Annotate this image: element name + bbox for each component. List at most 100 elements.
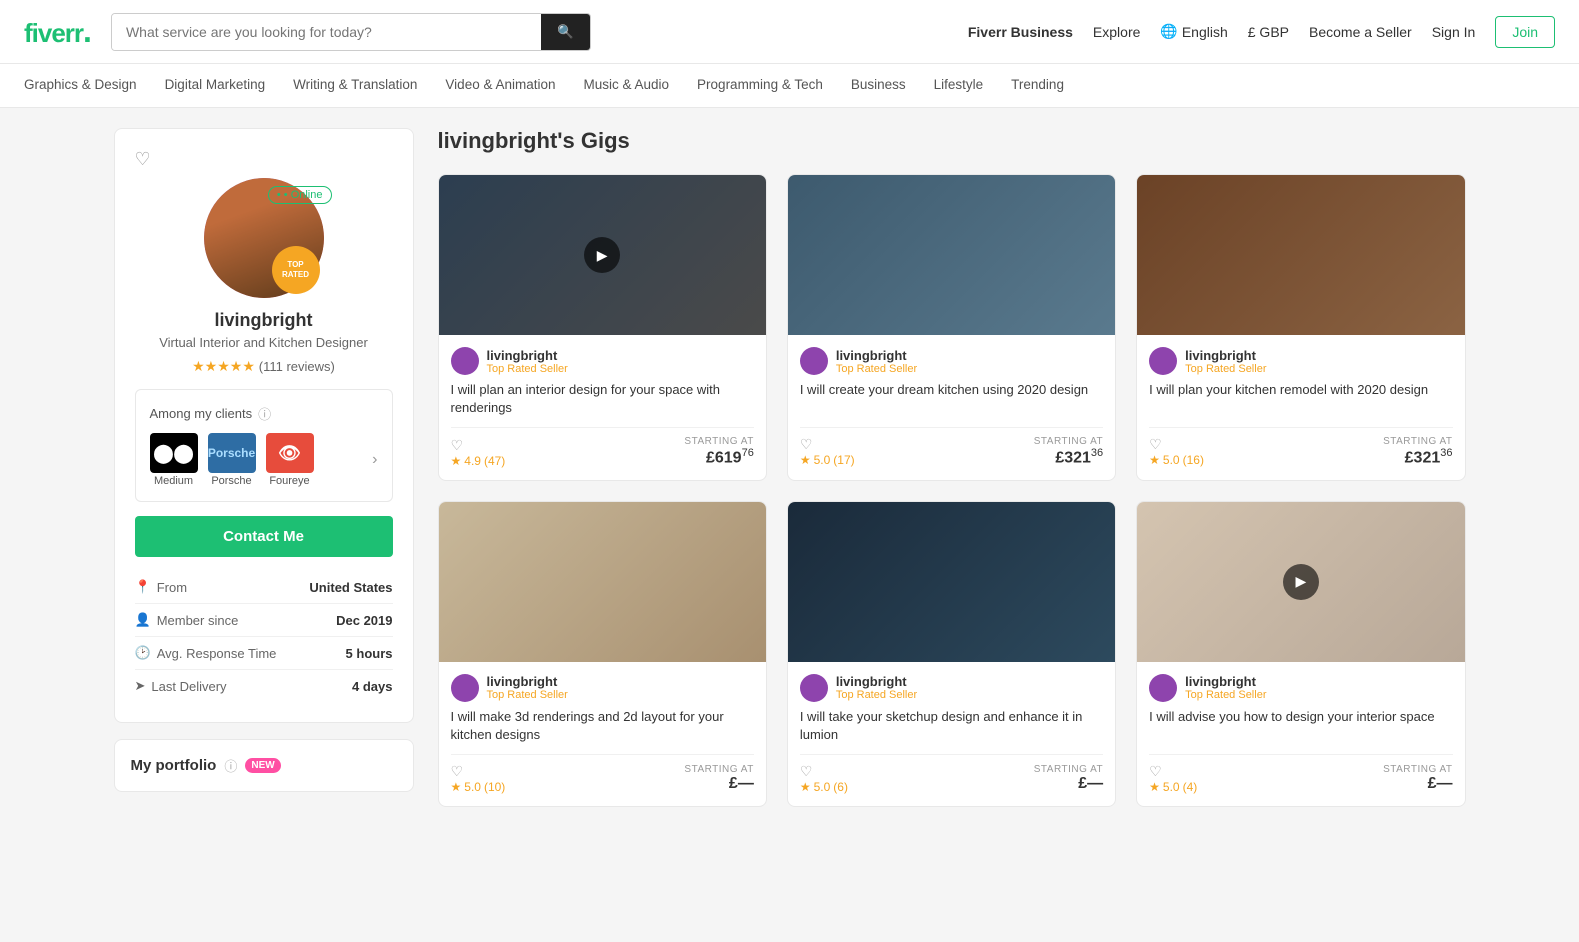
gig-price: £61976: [684, 447, 753, 467]
seller-name[interactable]: livingbright: [1185, 674, 1266, 689]
seller-name[interactable]: livingbright: [836, 674, 917, 689]
review-count: (47): [484, 454, 505, 468]
category-nav-item[interactable]: Lifestyle: [934, 65, 984, 106]
category-nav-item[interactable]: Programming & Tech: [697, 65, 823, 106]
star-icon: ★: [800, 780, 811, 794]
location-icon: 📍: [135, 579, 151, 595]
seller-avatar: [1149, 674, 1177, 702]
seller-name[interactable]: livingbright: [487, 674, 568, 689]
client-name-porsche: Porsche: [211, 475, 251, 487]
category-nav-item[interactable]: Trending: [1011, 65, 1064, 106]
top-rated-line1: TOP: [287, 260, 303, 270]
gig-heart-icon[interactable]: ♡: [451, 437, 464, 453]
seller-row: livingbright Top Rated Seller: [451, 674, 754, 702]
review-count: (17): [833, 453, 854, 467]
gig-body: livingbright Top Rated Seller I will pla…: [439, 335, 766, 480]
portfolio-header: My portfolio ⓘ NEW: [131, 756, 397, 775]
gig-footer: ♡ ★ 5.0 (4) STARTING AT £—: [1149, 754, 1452, 794]
gig-title[interactable]: I will plan an interior design for your …: [451, 381, 754, 417]
member-label-text: Member since: [157, 613, 239, 628]
play-button[interactable]: ▶: [584, 237, 620, 273]
gig-title[interactable]: I will make 3d renderings and 2d layout …: [451, 708, 754, 744]
gig-footer: ♡ ★ 4.9 (47) STARTING AT £61976: [451, 427, 754, 467]
seller-info: livingbright Top Rated Seller: [1185, 674, 1266, 701]
delivery-label: ➤ Last Delivery: [135, 678, 227, 694]
seller-row: livingbright Top Rated Seller: [1149, 347, 1452, 375]
search-button[interactable]: 🔍: [541, 14, 590, 50]
gig-rating-wrap: ♡ ★ 5.0 (4): [1149, 763, 1197, 794]
gig-heart-icon[interactable]: ♡: [1149, 763, 1162, 779]
star-icon: ★: [1149, 780, 1160, 794]
category-nav-item[interactable]: Video & Animation: [445, 65, 555, 106]
gig-body: livingbright Top Rated Seller I will tak…: [788, 662, 1115, 806]
category-nav-item[interactable]: Business: [851, 65, 906, 106]
seller-name[interactable]: livingbright: [836, 348, 917, 363]
starting-at-label: STARTING AT: [684, 436, 753, 447]
gig-heart-icon[interactable]: ♡: [800, 763, 813, 779]
star-icon: ★: [800, 453, 811, 467]
rating-value: 5.0: [814, 780, 831, 794]
search-input[interactable]: [112, 14, 541, 50]
gig-footer: ♡ ★ 5.0 (6) STARTING AT £—: [800, 754, 1103, 794]
category-nav-item[interactable]: Digital Marketing: [165, 65, 266, 106]
client-item-foureye: 👁 Foureye: [266, 433, 314, 487]
from-label: 📍 From: [135, 579, 188, 595]
play-button[interactable]: ▶: [1283, 564, 1319, 600]
gig-image: [1137, 175, 1464, 335]
seller-name[interactable]: livingbright: [487, 348, 568, 363]
seller-info: livingbright Top Rated Seller: [836, 348, 917, 375]
gig-price-wrap: STARTING AT £61976: [684, 436, 753, 467]
fiverr-business-link[interactable]: Fiverr Business: [968, 24, 1073, 40]
gig-title[interactable]: I will plan your kitchen remodel with 20…: [1149, 381, 1452, 417]
gig-heart-icon[interactable]: ♡: [800, 436, 813, 452]
sign-in-link[interactable]: Sign In: [1432, 24, 1476, 40]
rating-value: 5.0: [1163, 453, 1180, 467]
review-count: (16): [1183, 453, 1204, 467]
language-selector[interactable]: 🌐 English: [1160, 23, 1227, 40]
seller-row: livingbright Top Rated Seller: [800, 347, 1103, 375]
gig-image: ▶: [439, 175, 766, 335]
starting-at-label: STARTING AT: [1034, 764, 1103, 775]
online-dot-icon: •: [277, 189, 281, 201]
gig-card: ▶ livingbright Top Rated Seller I will p…: [438, 174, 767, 481]
star-icons: ★★★★★: [192, 358, 255, 374]
rating-value: 5.0: [1163, 780, 1180, 794]
seller-avatar: [800, 674, 828, 702]
explore-link[interactable]: Explore: [1093, 24, 1140, 40]
gig-rating-wrap: ♡ ★ 5.0 (17): [800, 436, 855, 467]
seller-info: livingbright Top Rated Seller: [487, 348, 568, 375]
seller-name[interactable]: livingbright: [1185, 348, 1266, 363]
become-seller-link[interactable]: Become a Seller: [1309, 24, 1412, 40]
gig-title[interactable]: I will create your dream kitchen using 2…: [800, 381, 1103, 417]
porsche-logo-icon: Porsche: [208, 446, 255, 460]
contact-button[interactable]: Contact Me: [135, 516, 393, 557]
gig-image: [788, 502, 1115, 662]
info-list: 📍 From United States 👤 Member since Dec …: [135, 571, 393, 702]
gig-rating-wrap: ♡ ★ 5.0 (10): [451, 763, 506, 794]
clients-chevron-icon[interactable]: ›: [372, 451, 377, 469]
info-icon: ⓘ: [258, 404, 271, 423]
starting-at-label: STARTING AT: [1383, 764, 1452, 775]
starting-at-label: STARTING AT: [684, 764, 753, 775]
gig-title[interactable]: I will take your sketchup design and enh…: [800, 708, 1103, 744]
category-nav-item[interactable]: Music & Audio: [584, 65, 670, 106]
gig-title[interactable]: I will advise you how to design your int…: [1149, 708, 1452, 744]
gig-footer: ♡ ★ 5.0 (17) STARTING AT £32136: [800, 427, 1103, 467]
clock-icon: 🕑: [135, 645, 151, 661]
currency-selector[interactable]: £ GBP: [1248, 24, 1289, 40]
gig-heart-icon[interactable]: ♡: [1149, 436, 1162, 452]
member-value: Dec 2019: [336, 613, 392, 628]
category-nav-item[interactable]: Graphics & Design: [24, 65, 137, 106]
clients-list: ⬤⬤ Medium Porsche Porsche 👁: [150, 433, 378, 487]
favorite-button[interactable]: ♡: [135, 149, 393, 170]
medium-logo-icon: ⬤⬤: [153, 443, 193, 464]
seller-row: livingbright Top Rated Seller: [800, 674, 1103, 702]
join-button[interactable]: Join: [1495, 16, 1555, 48]
gig-heart-icon[interactable]: ♡: [451, 763, 464, 779]
logo[interactable]: fiverr.: [24, 13, 91, 50]
seller-info: livingbright Top Rated Seller: [487, 674, 568, 701]
category-nav-item[interactable]: Writing & Translation: [293, 65, 417, 106]
response-value: 5 hours: [346, 646, 393, 661]
seller-avatar: [451, 674, 479, 702]
gig-rating: ★ 5.0 (10): [451, 780, 506, 794]
